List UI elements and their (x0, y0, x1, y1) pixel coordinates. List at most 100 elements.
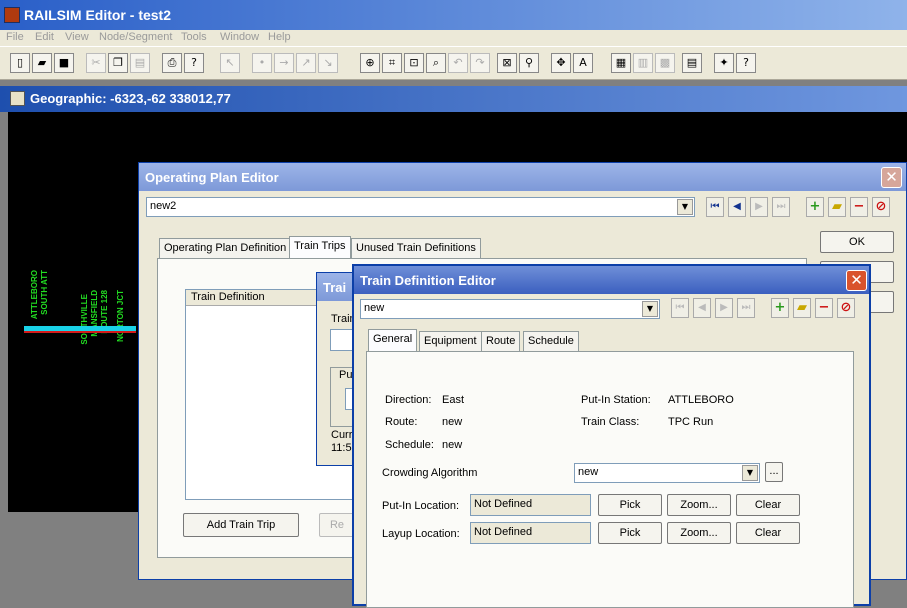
operating-plan-editor-title: Operating Plan Editor (145, 170, 279, 185)
current-value: 11:5 (331, 442, 352, 454)
chevron-down-icon[interactable]: ▼ (642, 301, 658, 317)
segment-delete-icon[interactable]: ↘ (318, 53, 338, 73)
tab-operating-plan-definition[interactable]: Operating Plan Definition (159, 238, 292, 258)
plan-select[interactable]: new2 ▼ (146, 197, 695, 217)
save-icon[interactable]: ■ (54, 53, 74, 73)
close-icon[interactable]: ✕ (881, 167, 902, 188)
menu-file[interactable]: File (6, 31, 24, 43)
train-select-value: new (364, 302, 385, 314)
text-icon[interactable]: A (573, 53, 593, 73)
pan-icon[interactable]: ✥ (551, 53, 571, 73)
grid-icon[interactable]: ▩ (655, 53, 675, 73)
print-icon[interactable]: ⎙ (162, 53, 182, 73)
segment-add-icon[interactable]: → (274, 53, 294, 73)
crowding-algorithm-select[interactable]: new ▼ (574, 463, 760, 483)
new-icon[interactable]: ▯ (10, 53, 30, 73)
open-folder-icon[interactable]: ▰ (828, 197, 846, 217)
tab-train-trips[interactable]: Train Trips (289, 236, 351, 258)
close-icon[interactable]: ✕ (846, 270, 867, 291)
tab-general[interactable]: General (368, 329, 418, 351)
direction-value: East (442, 394, 465, 406)
zoom-fit-icon[interactable]: ⌗ (382, 53, 402, 73)
next-record-icon[interactable]: ▶ (750, 197, 768, 217)
route-label: Route: (385, 416, 418, 428)
help-icon[interactable]: ? (184, 53, 204, 73)
tab-equipment[interactable]: Equipment (419, 331, 482, 351)
segment-edit-icon[interactable]: ↗ (296, 53, 316, 73)
add-icon[interactable]: + (806, 197, 824, 217)
paste-icon[interactable]: ▤ (130, 53, 150, 73)
layup-zoom-button[interactable]: Zoom... (667, 522, 731, 544)
putin-location-label: Put-In Location: (382, 500, 460, 512)
undo-icon[interactable]: ↶ (448, 53, 468, 73)
open-icon[interactable]: ▰ (32, 53, 52, 73)
app-title-bar: RAILSIM Editor - test2 (0, 0, 907, 30)
station-label: SOUTH ATT (40, 270, 49, 315)
chevron-down-icon[interactable]: ▼ (742, 465, 758, 481)
app-title: RAILSIM Editor - test2 (24, 7, 172, 23)
putin-clear-button[interactable]: Clear (736, 494, 800, 516)
current-label: Curr (331, 429, 353, 441)
map-icon[interactable]: ✦ (714, 53, 734, 73)
menu-help[interactable]: Help (268, 31, 291, 43)
remove-icon[interactable]: − (850, 197, 868, 217)
zoom-select-icon[interactable]: ⌕ (426, 53, 446, 73)
geographic-title: Geographic: -6323,-62 338012,77 (30, 91, 231, 106)
pointer-icon[interactable]: ↖ (220, 53, 240, 73)
schedule-label: Schedule: (385, 439, 434, 451)
layup-clear-button[interactable]: Clear (736, 522, 800, 544)
open-folder-icon[interactable]: ▰ (793, 298, 811, 318)
first-record-icon[interactable]: ⏮ (671, 298, 689, 318)
properties-icon[interactable]: ▦ (611, 53, 631, 73)
tab-unused-train-definitions[interactable]: Unused Train Definitions (351, 238, 481, 258)
last-record-icon[interactable]: ⏭ (772, 197, 790, 217)
train-definition-editor-window: Train Definition Editor ✕ new ▼ ⏮ ◀ ▶ ⏭ … (352, 264, 871, 608)
find-icon[interactable]: ⚲ (519, 53, 539, 73)
layers-icon[interactable]: ▥ (633, 53, 653, 73)
next-record-icon[interactable]: ▶ (715, 298, 733, 318)
node-icon[interactable]: • (252, 53, 272, 73)
menu-window[interactable]: Window (220, 31, 259, 43)
route-value: new (442, 416, 463, 428)
menu-edit[interactable]: Edit (35, 31, 54, 43)
putin-pick-button[interactable]: Pick (598, 494, 662, 516)
cut-icon[interactable]: ✂ (86, 53, 106, 73)
redo-icon[interactable]: ↷ (470, 53, 490, 73)
previous-record-icon[interactable]: ◀ (728, 197, 746, 217)
previous-record-icon[interactable]: ◀ (693, 298, 711, 318)
chevron-down-icon[interactable]: ▼ (677, 199, 693, 215)
layup-location-field: Not Defined (470, 522, 591, 544)
layup-pick-button[interactable]: Pick (598, 522, 662, 544)
add-icon[interactable]: + (771, 298, 789, 318)
put-in-group-label: Pu (339, 369, 353, 381)
menu-node-segment[interactable]: Node/Segment (99, 31, 172, 43)
report-icon[interactable]: ▤ (682, 53, 702, 73)
train-definition-editor-title: Train Definition Editor (360, 273, 496, 288)
menu-bar: File Edit View Node/Segment Tools Window… (0, 30, 907, 46)
crowding-algorithm-label: Crowding Algorithm (382, 467, 478, 479)
train-select[interactable]: new ▼ (360, 299, 660, 319)
menu-view[interactable]: View (65, 31, 89, 43)
tab-route[interactable]: Route (481, 331, 521, 351)
last-record-icon[interactable]: ⏭ (737, 298, 755, 318)
zoom-in-icon[interactable]: ⊕ (360, 53, 380, 73)
about-icon[interactable]: ? (736, 53, 756, 73)
ok-button[interactable]: OK (820, 231, 894, 253)
general-panel: Direction: East Route: new Schedule: new… (366, 351, 854, 608)
zoom-window-icon[interactable]: ⊡ (404, 53, 424, 73)
tab-schedule[interactable]: Schedule (523, 331, 579, 351)
direction-label: Direction: (385, 394, 432, 406)
first-record-icon[interactable]: ⏮ (706, 197, 724, 217)
operating-plan-editor-titlebar: Operating Plan Editor ✕ (139, 163, 906, 191)
remove-icon[interactable]: − (815, 298, 833, 318)
delete-icon[interactable]: ⊘ (837, 298, 855, 318)
zoom-prev-icon[interactable]: ⊠ (497, 53, 517, 73)
remove-train-trip-button[interactable]: Re (319, 513, 355, 537)
menu-tools[interactable]: Tools (181, 31, 207, 43)
crowding-ellipsis-button[interactable]: ... (765, 462, 783, 482)
delete-icon[interactable]: ⊘ (872, 197, 890, 217)
copy-icon[interactable]: ❐ (108, 53, 128, 73)
add-train-trip-button[interactable]: Add Train Trip (183, 513, 299, 537)
station-label: ATTLEBORO (30, 270, 39, 320)
putin-zoom-button[interactable]: Zoom... (667, 494, 731, 516)
